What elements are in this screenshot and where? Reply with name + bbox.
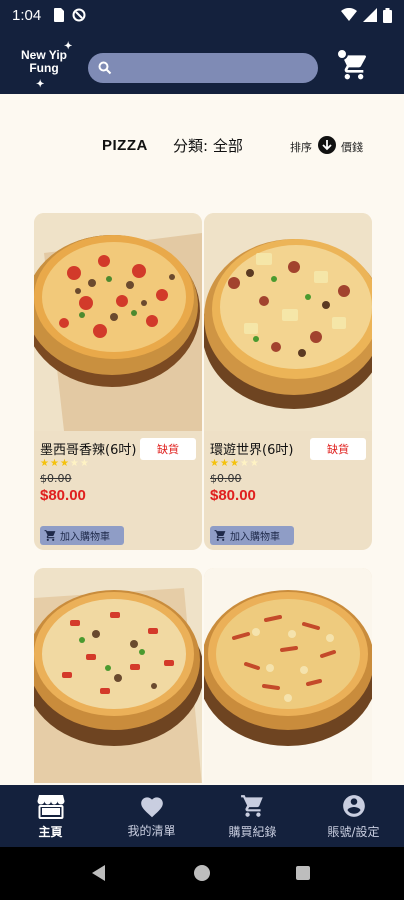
star-filled-icon: ★ [210,458,219,469]
search-icon [98,61,112,75]
cart-button[interactable] [336,48,370,82]
nav-item-label: 主頁 [38,824,63,839]
original-price: $0.00 [40,472,72,485]
sort-direction-icon[interactable] [318,136,336,154]
nav-item-wishlist[interactable]: 我的清單 [101,785,202,847]
status-time: 1:04 [12,6,42,24]
cart-badge [336,48,348,60]
nav-item-account[interactable]: 賬號/設定 [303,785,404,847]
wifi-icon [341,8,357,21]
sort-label: 排序 [290,141,312,154]
filter-row: PIZZA 分類: 全部 排序 價錢 [0,130,404,162]
star-empty-icon: ★ [69,458,79,469]
cart-icon [240,794,263,817]
storefront-icon [37,794,64,819]
product-card[interactable]: 墨西哥香辣(6吋) 缺貨 ★ ★ ★ ★ ★ $0.00 $80.00 加入購物… [34,213,202,550]
product-price: $80.00 [40,487,86,504]
star-filled-icon: ★ [49,458,59,469]
star-filled-icon: ★ [40,458,49,469]
sparkle-icon: ✦ [64,41,73,52]
category-filter-button[interactable]: 分類: 全部 [173,135,243,156]
nav-item-label: 購買紀錄 [228,824,277,839]
search-bar[interactable] [88,53,318,83]
nav-item-purchase-history[interactable]: 購買紀錄 [202,785,303,847]
account-circle-icon [342,794,365,817]
sold-out-badge: 缺貨 [310,438,366,460]
star-filled-icon: ★ [219,458,229,469]
bottom-nav: 主頁 我的清單 購買紀錄 賬號/設定 [0,785,404,847]
add-to-cart-button[interactable]: 加入購物車 [40,526,124,545]
heart-icon [140,796,163,817]
star-empty-icon: ★ [239,458,249,469]
sort-field-button[interactable]: 價錢 [341,139,363,155]
product-image[interactable] [204,213,372,431]
sim-card-icon [54,8,65,22]
add-to-cart-button[interactable]: 加入購物車 [210,526,294,545]
category-title: PIZZA [102,137,148,154]
sparkle-icon: ✦ [36,79,45,90]
nav-item-label: 賬號/設定 [327,824,380,839]
data-saver-icon [72,8,86,22]
system-nav-bar [0,847,404,900]
star-filled-icon: ★ [229,458,239,469]
home-icon[interactable] [194,865,210,881]
add-to-cart-label: 加入購物車 [60,532,110,543]
product-card[interactable] [204,568,372,783]
product-card[interactable]: 環遊世界(6吋) 缺貨 ★ ★ ★ ★ ★ $0.00 $80.00 加入購物車 [204,213,372,550]
star-filled-icon: ★ [59,458,69,469]
product-image[interactable] [34,568,202,783]
original-price: $0.00 [210,472,242,485]
star-empty-icon: ★ [249,458,259,469]
signal-icon [363,8,377,22]
product-card[interactable] [34,568,202,783]
sold-out-badge: 缺貨 [140,438,196,460]
nav-item-label: 我的清單 [127,823,176,838]
battery-icon [383,7,392,23]
nav-item-home[interactable]: 主頁 [0,785,101,847]
add-to-cart-label: 加入購物車 [230,532,280,543]
star-empty-icon: ★ [79,458,89,469]
recent-apps-icon[interactable] [296,866,310,880]
back-icon[interactable] [92,865,105,881]
rating-stars: ★ ★ ★ ★ ★ [40,459,89,469]
rating-stars: ★ ★ ★ ★ ★ [210,459,259,469]
product-name: 墨西哥香辣(6吋) [40,443,137,458]
product-image[interactable] [204,568,372,783]
status-bar: 1:04 [0,0,404,30]
cart-icon [44,530,56,541]
product-image[interactable] [34,213,202,431]
product-price: $80.00 [210,487,256,504]
cart-icon [214,530,226,541]
logo-line-2: Fung [29,61,59,75]
app-header: ✦ ✦ New Yip Fung [0,30,404,94]
brand-logo[interactable]: ✦ ✦ New Yip Fung [0,30,88,94]
search-input[interactable] [118,60,308,76]
product-grid: 墨西哥香辣(6吋) 缺貨 ★ ★ ★ ★ ★ $0.00 $80.00 加入購物… [34,213,372,783]
product-name: 環遊世界(6吋) [210,443,294,458]
